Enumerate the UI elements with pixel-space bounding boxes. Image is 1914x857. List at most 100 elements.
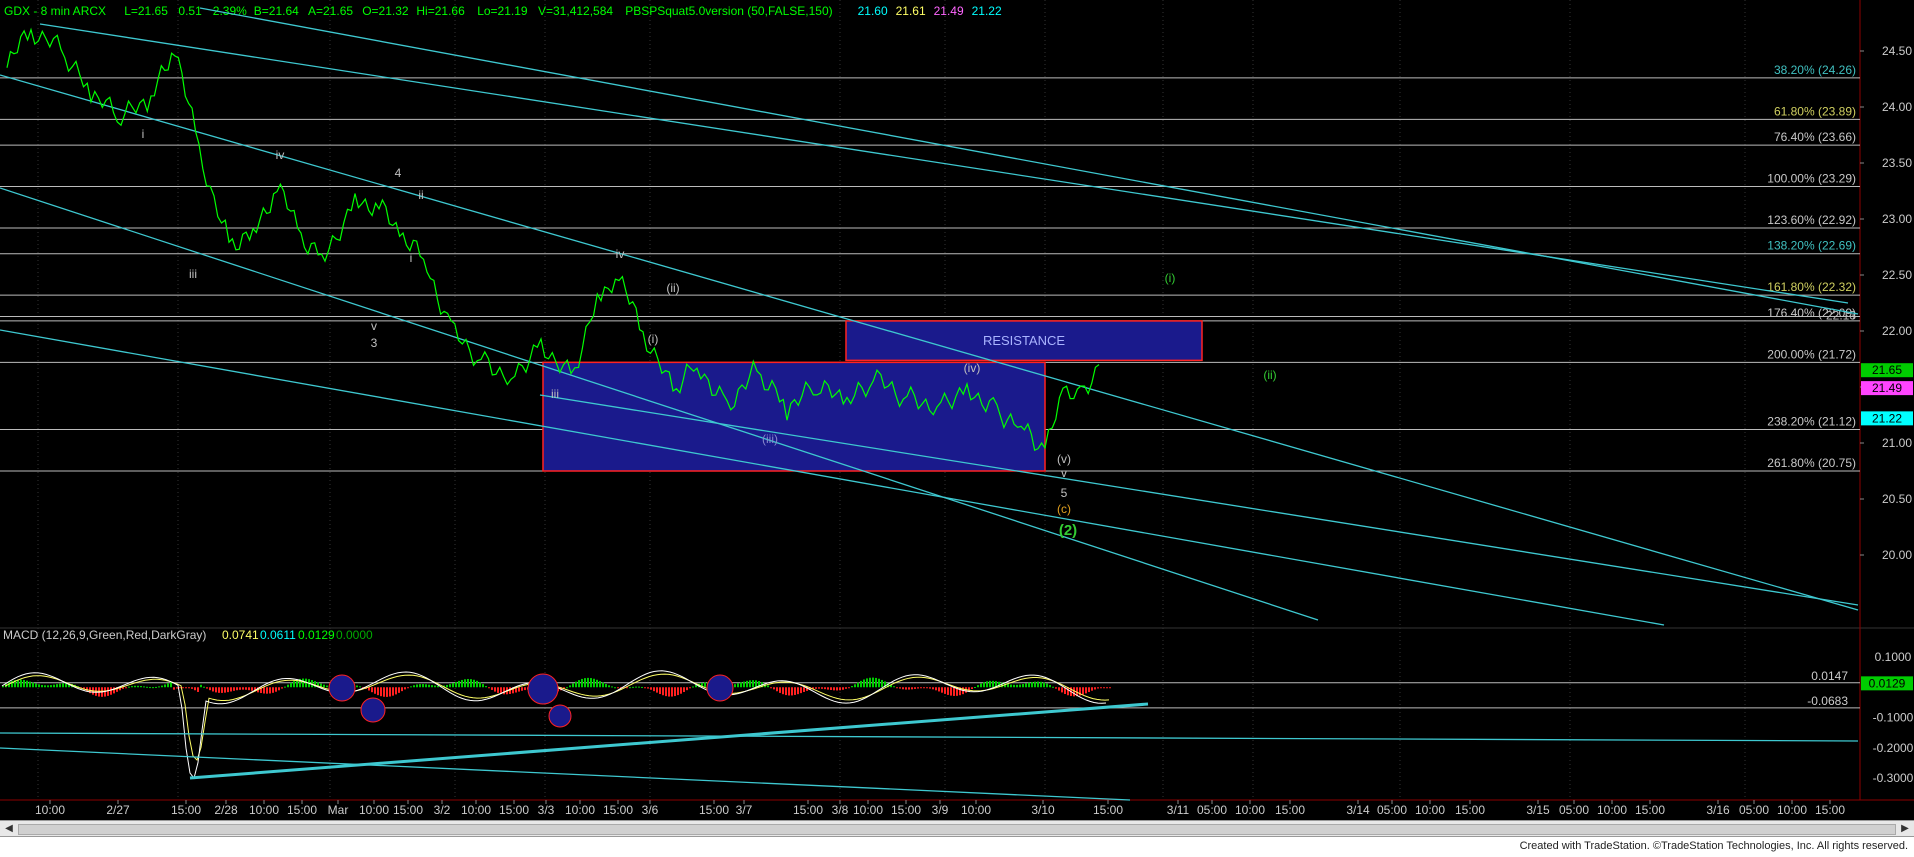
histogram-bar	[1082, 687, 1084, 695]
histogram-bar	[896, 687, 898, 689]
histogram-bar	[893, 686, 895, 688]
histogram-bar	[359, 686, 361, 688]
histogram-bar	[869, 677, 871, 688]
histogram-bar	[776, 687, 778, 692]
wave-label: 5	[1061, 486, 1068, 500]
fib-label: 100.00% (23.29)	[1767, 172, 1856, 186]
histogram-bar	[674, 687, 676, 697]
histogram-bar	[638, 686, 640, 688]
histogram-bar	[866, 678, 868, 688]
price-tick-label: 24.50	[1882, 44, 1912, 58]
horizontal-scrollbar[interactable]: ◀ ▶	[0, 820, 1914, 837]
time-tick-label: 3/2	[434, 803, 451, 817]
histogram-bar	[458, 680, 460, 688]
wave-label: (ii)	[1263, 368, 1276, 382]
histogram-bar	[593, 678, 595, 688]
histogram-bar	[1046, 683, 1048, 688]
wave-label: (c)	[1057, 502, 1071, 516]
histogram-bar	[737, 683, 739, 688]
histogram-bar	[926, 687, 928, 689]
header-field: Hi=21.66	[416, 4, 465, 18]
histogram-bar	[419, 684, 421, 688]
time-tick-label: 15:00	[1275, 803, 1305, 817]
scroll-left-icon[interactable]: ◀	[2, 822, 16, 836]
histogram-bar	[488, 687, 490, 689]
histogram-bar	[950, 687, 952, 696]
fib-label: 38.20% (24.26)	[1774, 63, 1856, 77]
scroll-right-icon[interactable]: ▶	[1898, 822, 1912, 836]
histogram-bar	[1016, 684, 1018, 688]
histogram-bar	[683, 687, 685, 693]
histogram-bar	[236, 687, 238, 691]
histogram-bar	[524, 687, 526, 691]
time-axis: 10:00 2/27 15:00 2/28 10:00 15:00 Mar 10:00 15:0…	[35, 800, 1845, 817]
macd-tick-label: -0.3000	[1873, 771, 1914, 785]
histogram-bar	[38, 684, 40, 688]
histogram-bar	[860, 680, 862, 688]
histogram-bar	[839, 687, 841, 691]
time-tick-label: 15:00	[699, 803, 729, 817]
histogram-bar	[26, 680, 28, 688]
price-tag-label: 21.65	[1872, 363, 1902, 377]
histogram-bar	[917, 687, 919, 689]
scroll-thumb[interactable]	[18, 824, 1896, 835]
wave-label: 3	[371, 336, 378, 350]
histogram-bar	[641, 686, 643, 688]
histogram-bar	[188, 687, 190, 689]
histogram-bar	[29, 681, 31, 688]
histogram-bar	[149, 687, 151, 689]
time-tick-label: 05:00	[1739, 803, 1769, 817]
wave-label: i	[410, 251, 413, 265]
macd-value: 0.0741	[222, 628, 259, 642]
histogram-bar	[815, 687, 817, 689]
histogram-bar	[425, 684, 427, 688]
wave-label: iv	[276, 148, 285, 162]
histogram-bar	[680, 687, 682, 694]
histogram-bar	[518, 687, 520, 692]
histogram-bar	[752, 680, 754, 688]
histogram-bar	[749, 680, 751, 688]
divergence-circle	[706, 674, 734, 702]
histogram-bar	[773, 687, 775, 690]
histogram-bar	[1013, 684, 1015, 688]
price-tag-label: 21.22	[1872, 411, 1902, 425]
time-tick-label: 15:00	[287, 803, 317, 817]
price-tag-label: 21.49	[1872, 381, 1902, 395]
histogram-bar	[266, 687, 268, 694]
histogram-bar	[644, 687, 646, 689]
histogram-bar	[569, 685, 571, 688]
histogram-bar	[1094, 687, 1096, 690]
histogram-bar	[566, 687, 568, 689]
histogram-bar	[110, 687, 112, 695]
header-field: 0.51	[178, 4, 202, 18]
histogram-bar	[632, 686, 634, 688]
histogram-bar	[1049, 685, 1051, 688]
histogram-bar	[665, 687, 667, 697]
histogram-bar	[947, 687, 949, 695]
histogram-bar	[377, 687, 379, 696]
histogram-bar	[629, 687, 631, 689]
histogram-bar	[431, 685, 433, 688]
histogram-bar	[977, 685, 979, 688]
histogram-bar	[854, 684, 856, 688]
histogram-bar	[272, 687, 274, 693]
wave-label: (iv)	[964, 361, 981, 375]
price-tick-label: 22.50	[1882, 268, 1912, 282]
histogram-bar	[410, 686, 412, 688]
histogram-bar	[491, 687, 493, 690]
histogram-bar	[137, 685, 139, 688]
histogram-bar	[1100, 687, 1102, 689]
histogram-bar	[647, 687, 649, 689]
time-tick-label: 10:00	[565, 803, 595, 817]
histogram-bar	[875, 677, 877, 688]
histogram-bar	[785, 687, 787, 696]
histogram-bar	[1052, 686, 1054, 688]
histogram-bar	[416, 684, 418, 688]
histogram-bar	[437, 685, 439, 688]
wave-label: i	[142, 127, 145, 141]
histogram-bar	[1010, 684, 1012, 688]
time-tick-label: 10:00	[35, 803, 65, 817]
histogram-bar	[47, 685, 49, 688]
price-tick-label: 20.50	[1882, 492, 1912, 506]
resistance-label: RESISTANCE	[983, 333, 1065, 348]
